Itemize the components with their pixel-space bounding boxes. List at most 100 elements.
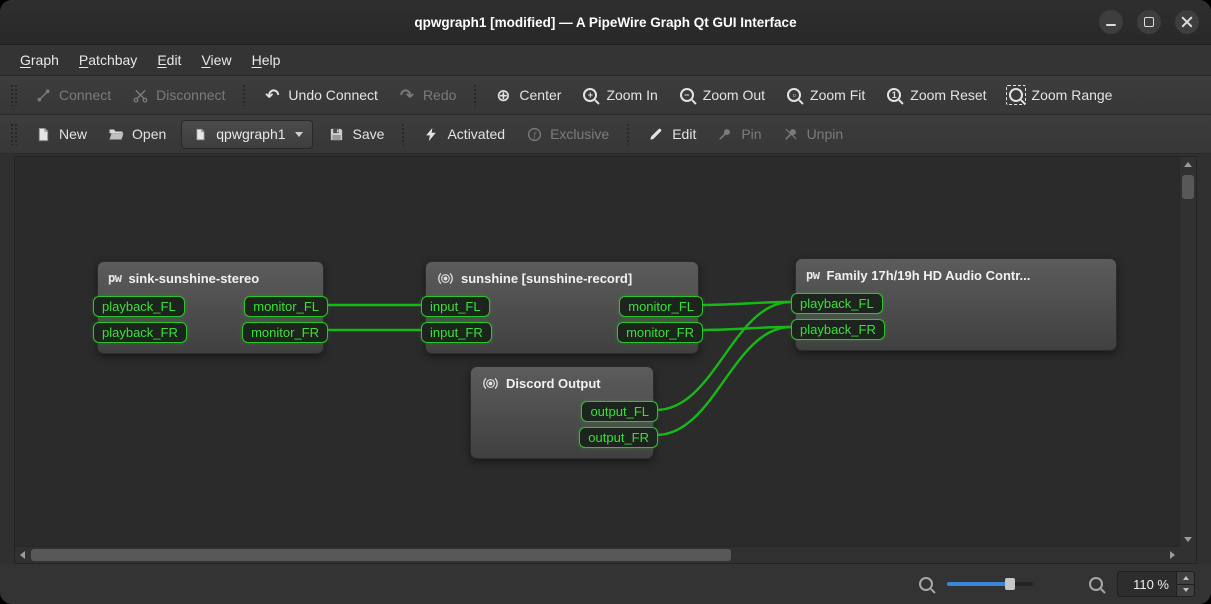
- node-discord-output[interactable]: Discord Output output_FL output_FR: [470, 366, 654, 459]
- zoom-fit-icon: ▫: [785, 86, 803, 104]
- arrow-up-icon: [1183, 576, 1189, 580]
- connect-button[interactable]: Connect: [24, 80, 121, 110]
- menu-help[interactable]: Help: [242, 45, 291, 75]
- node-family-hd-audio[interactable]: pw Family 17h/19h HD Audio Contr... play…: [795, 258, 1117, 351]
- menubar: Graph Patchbay Edit View Help: [0, 45, 1211, 76]
- toolbar-handle[interactable]: [10, 123, 18, 145]
- zoom-in-icon: +: [581, 86, 599, 104]
- center-icon: ⊕: [494, 86, 512, 104]
- toolbar-handle[interactable]: [10, 84, 18, 106]
- zoom-range-button[interactable]: Zoom Range: [997, 80, 1123, 110]
- zoom-range-icon: [1007, 86, 1025, 104]
- node-sink-sunshine-stereo[interactable]: pw sink-sunshine-stereo playback_FL moni…: [97, 261, 324, 354]
- zoom-value[interactable]: 110 %: [1118, 572, 1176, 596]
- scroll-right-button[interactable]: [1165, 547, 1180, 562]
- close-button[interactable]: [1175, 10, 1199, 34]
- graph-canvas[interactable]: pw sink-sunshine-stereo playback_FL moni…: [15, 157, 1180, 547]
- zoom-slider-handle[interactable]: [1005, 578, 1015, 590]
- edit-button[interactable]: Edit: [637, 119, 706, 149]
- exclusive-icon: f: [525, 125, 543, 143]
- patchbay-selector-value: qpwgraph1: [216, 126, 285, 142]
- node-sunshine[interactable]: sunshine [sunshine-record] input_FL moni…: [425, 261, 699, 354]
- port-input[interactable]: input_FR: [421, 322, 492, 343]
- horizontal-scrollbar-thumb[interactable]: [31, 549, 731, 561]
- pipewire-icon: pw: [108, 271, 121, 285]
- vertical-scrollbar-thumb[interactable]: [1182, 175, 1194, 199]
- port-output[interactable]: monitor_FL: [244, 296, 328, 317]
- scroll-down-button[interactable]: [1180, 532, 1195, 547]
- maximize-icon: [1144, 17, 1154, 27]
- zoom-fit-button[interactable]: ▫ Zoom Fit: [775, 80, 875, 110]
- toolbar-patchbay: New Open qpwgraph1 Save Activated f Excl…: [0, 115, 1211, 154]
- maximize-button[interactable]: [1137, 10, 1161, 34]
- titlebar[interactable]: qpwgraph1 [modified] — A PipeWire Graph …: [0, 0, 1211, 45]
- zoom-decrease-button[interactable]: [1177, 584, 1194, 597]
- zoom-indicator-icon: [917, 575, 935, 593]
- port-output[interactable]: output_FR: [579, 427, 658, 448]
- disconnect-icon: [131, 86, 149, 104]
- unpin-icon: [782, 125, 800, 143]
- port-output[interactable]: monitor_FL: [619, 296, 703, 317]
- redo-button[interactable]: ↷ Redo: [388, 80, 466, 110]
- node-ports: input_FL monitor_FL input_FR monitor_FR: [426, 294, 698, 353]
- pin-button[interactable]: Pin: [706, 119, 771, 149]
- save-icon: [328, 125, 346, 143]
- port-row: input_FR monitor_FR: [426, 322, 698, 343]
- port-output[interactable]: monitor_FR: [617, 322, 703, 343]
- menu-edit[interactable]: Edit: [147, 45, 191, 75]
- arrow-down-icon: [1184, 537, 1192, 542]
- zoom-level-icon: [1087, 575, 1105, 593]
- disconnect-button[interactable]: Disconnect: [121, 80, 235, 110]
- scroll-up-button[interactable]: [1180, 157, 1195, 172]
- scroll-left-button[interactable]: [15, 547, 30, 562]
- zoom-out-button[interactable]: − Zoom Out: [668, 80, 775, 110]
- node-title: sink-sunshine-stereo: [128, 271, 259, 286]
- port-row: output_FL: [471, 401, 653, 422]
- node-header: pw sink-sunshine-stereo: [98, 262, 323, 294]
- menu-view[interactable]: View: [191, 45, 241, 75]
- port-input[interactable]: playback_FL: [791, 293, 883, 314]
- menu-graph[interactable]: Graph: [10, 45, 69, 75]
- center-button[interactable]: ⊕ Center: [484, 80, 571, 110]
- minimize-icon: [1106, 24, 1116, 26]
- new-button[interactable]: New: [24, 119, 97, 149]
- app-window: qpwgraph1 [modified] — A PipeWire Graph …: [0, 0, 1211, 604]
- patchbay-selector[interactable]: qpwgraph1: [181, 120, 312, 149]
- arrow-left-icon: [20, 551, 25, 559]
- menu-patchbay[interactable]: Patchbay: [69, 45, 147, 75]
- node-header: sunshine [sunshine-record]: [426, 262, 698, 294]
- exclusive-button[interactable]: f Exclusive: [515, 119, 619, 149]
- connect-icon: [34, 86, 52, 104]
- node-header: pw Family 17h/19h HD Audio Contr...: [796, 259, 1116, 291]
- zoom-spinbox[interactable]: 110 %: [1117, 571, 1195, 597]
- port-row: output_FR: [471, 427, 653, 448]
- new-file-icon: [34, 125, 52, 143]
- open-button[interactable]: Open: [97, 119, 176, 149]
- save-button[interactable]: Save: [318, 119, 395, 149]
- undo-connect-button[interactable]: ↶ Undo Connect: [253, 80, 388, 110]
- spin-buttons: [1176, 572, 1194, 596]
- activated-button[interactable]: Activated: [412, 119, 515, 149]
- unpin-button[interactable]: Unpin: [772, 119, 854, 149]
- zoom-in-button[interactable]: + Zoom In: [571, 80, 667, 110]
- vertical-scrollbar[interactable]: [1179, 157, 1196, 547]
- zoom-reset-button[interactable]: 1 Zoom Reset: [875, 80, 996, 110]
- port-input[interactable]: playback_FR: [93, 322, 187, 343]
- arrow-up-icon: [1184, 162, 1192, 167]
- pencil-icon: [647, 125, 665, 143]
- horizontal-scrollbar[interactable]: [15, 546, 1180, 563]
- port-output[interactable]: monitor_FR: [242, 322, 328, 343]
- port-row: playback_FL monitor_FL: [98, 296, 323, 317]
- toolbar-graph: Connect Disconnect ↶ Undo Connect ↷ Redo…: [0, 76, 1211, 115]
- pin-icon: [716, 125, 734, 143]
- port-output[interactable]: output_FL: [581, 401, 658, 422]
- port-input[interactable]: playback_FR: [791, 319, 885, 340]
- zoom-slider-fill: [947, 582, 1009, 586]
- redo-icon: ↷: [398, 86, 416, 104]
- minimize-button[interactable]: [1099, 10, 1123, 34]
- zoom-slider[interactable]: [947, 576, 1033, 592]
- toolbar-separator: [626, 123, 630, 145]
- zoom-increase-button[interactable]: [1177, 572, 1194, 584]
- port-input[interactable]: input_FL: [421, 296, 490, 317]
- port-input[interactable]: playback_FL: [93, 296, 185, 317]
